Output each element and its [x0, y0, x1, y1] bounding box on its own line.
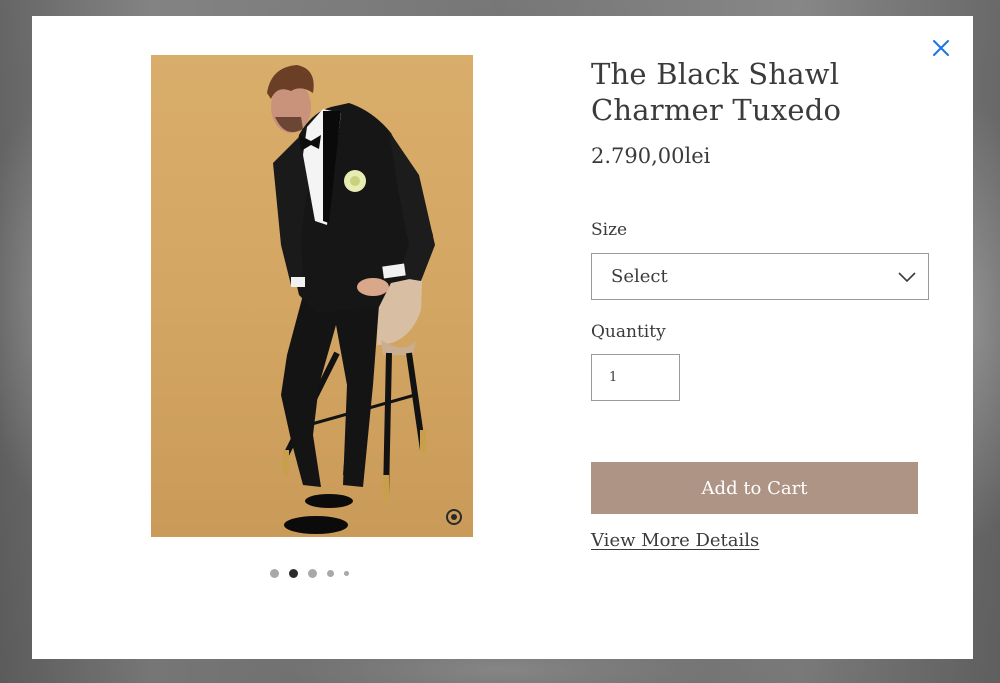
gallery-dot-1[interactable]: [270, 569, 279, 578]
product-price: 2.790,00lei: [591, 144, 711, 168]
size-dropdown[interactable]: Select: [591, 253, 929, 300]
product-title-line2: Charmer Tuxedo: [591, 93, 842, 127]
gallery-dot-2[interactable]: [289, 569, 298, 578]
quantity-label: Quantity: [591, 322, 666, 342]
close-icon: [933, 40, 949, 56]
gallery-dot-3[interactable]: [308, 569, 317, 578]
gallery-dot-5[interactable]: [344, 571, 349, 576]
gallery-pagination: [270, 569, 349, 578]
product-title: The Black Shawl Charmer Tuxedo: [591, 56, 931, 128]
view-more-details-link[interactable]: View More Details: [591, 530, 759, 551]
gallery-dot-4[interactable]: [327, 570, 334, 577]
size-label: Size: [591, 220, 628, 240]
quick-view-modal: The Black Shawl Charmer Tuxedo 2.790,00l…: [32, 16, 973, 659]
tuxedo-model-illustration: [267, 65, 462, 534]
product-title-line1: The Black Shawl: [591, 57, 840, 91]
chevron-down-icon: [898, 271, 916, 282]
product-info: The Black Shawl Charmer Tuxedo 2.790,00l…: [591, 56, 931, 551]
size-selected-value: Select: [611, 266, 668, 287]
close-button[interactable]: [931, 38, 951, 58]
product-image[interactable]: [151, 55, 473, 537]
add-to-cart-button[interactable]: Add to Cart: [591, 462, 918, 514]
quantity-input[interactable]: [591, 354, 680, 401]
